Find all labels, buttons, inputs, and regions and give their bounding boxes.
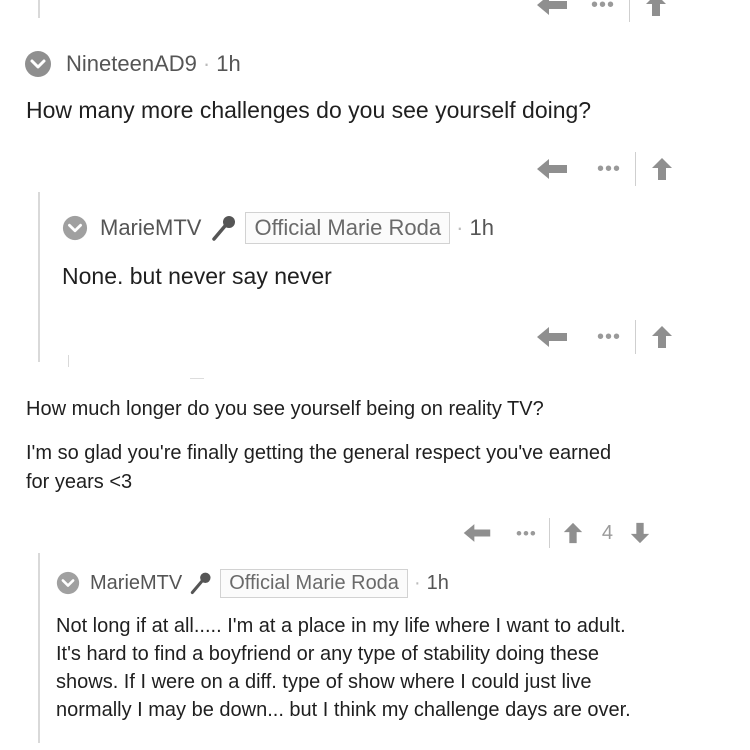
comment-actions: ••• [535, 152, 674, 186]
reply-icon[interactable] [462, 522, 492, 544]
comment-body-line: normally I may be down... but I think my… [56, 699, 631, 721]
downvote-icon[interactable] [629, 521, 651, 545]
comment-header: MarieMTV Official Marie Roda · 1h [62, 212, 494, 244]
comment-body: How many more challenges do you see your… [26, 97, 592, 123]
reply-icon[interactable] [535, 0, 569, 17]
microphone-icon [188, 570, 214, 596]
separator-dot: · [202, 51, 211, 76]
username[interactable]: MarieMTV [100, 215, 201, 241]
username[interactable]: MarieMTV [90, 572, 182, 595]
timestamp: 1h [216, 51, 241, 76]
comment-actions: ••• [535, 320, 674, 354]
thread-line [68, 355, 69, 367]
divider [635, 152, 637, 186]
comment-body-line: How much longer do you see yourself bein… [26, 398, 544, 420]
upvote-icon[interactable] [650, 156, 674, 182]
separator-dot: · [456, 215, 464, 240]
separator-dot: · [413, 571, 421, 594]
chevron-down-circle-icon[interactable] [24, 50, 52, 78]
comment-header: NineteenAD9 · 1h [24, 50, 241, 78]
more-dots-icon[interactable]: ••• [597, 327, 621, 347]
thread-line [38, 553, 40, 743]
comment-body: None. but never say never [62, 263, 332, 289]
comment-body-line: Not long if at all..... I'm at a place i… [56, 615, 626, 637]
upvote-icon[interactable] [650, 324, 674, 350]
chevron-down-circle-icon[interactable] [56, 571, 80, 595]
vote-score: 4 [601, 521, 613, 544]
thread-line [38, 0, 40, 18]
upvote-icon[interactable] [562, 521, 584, 545]
timestamp: 1h [469, 215, 494, 240]
comment-actions: ••• [535, 0, 668, 22]
upvote-icon[interactable] [644, 0, 668, 18]
more-dots-icon[interactable]: ••• [516, 525, 537, 542]
divider [548, 518, 550, 548]
comment-body-line: for years <3 [26, 471, 133, 493]
user-flair: Official Marie Roda [220, 568, 408, 598]
comment-body-line: I'm so glad you're finally getting the g… [26, 442, 612, 464]
more-dots-icon[interactable]: ••• [597, 159, 621, 179]
comment-body-line: shows. If I were on a diff. type of show… [56, 671, 592, 693]
divider [629, 0, 631, 22]
reply-icon[interactable] [535, 325, 569, 349]
more-dots-icon[interactable]: ••• [591, 0, 615, 15]
divider [190, 378, 204, 379]
comment-body-line: It's hard to find a boyfriend or any typ… [56, 643, 600, 665]
chevron-down-circle-icon[interactable] [62, 215, 88, 241]
username[interactable]: NineteenAD9 [66, 51, 197, 77]
divider [635, 320, 637, 354]
timestamp: 1h [426, 571, 449, 594]
microphone-icon [209, 213, 239, 243]
comment-actions: ••• 4 [462, 518, 651, 548]
comment-header: MarieMTV Official Marie Roda · 1h [56, 568, 449, 598]
user-flair: Official Marie Roda [245, 212, 451, 244]
reply-icon[interactable] [535, 157, 569, 181]
thread-line [38, 192, 40, 362]
